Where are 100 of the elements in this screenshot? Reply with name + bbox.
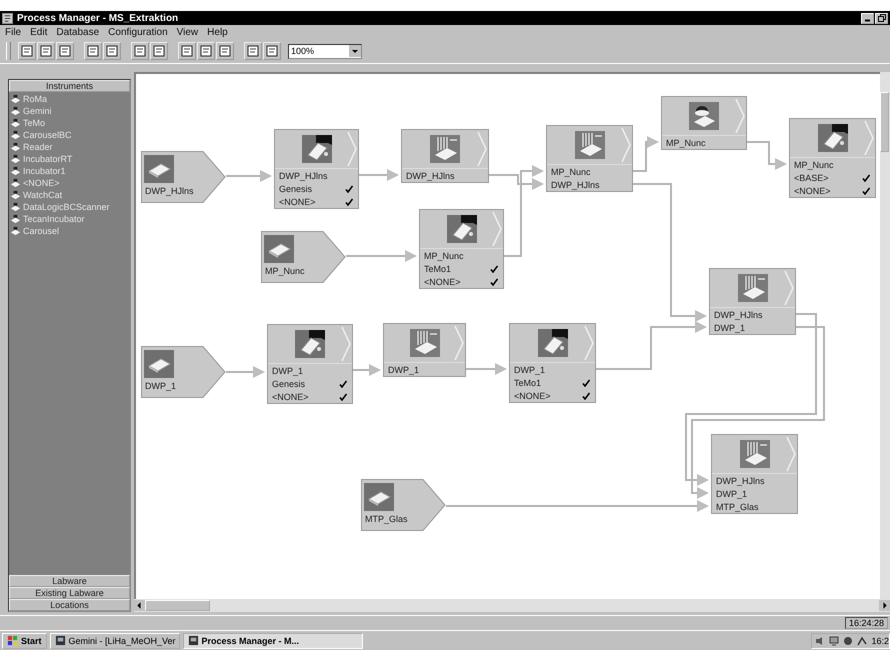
device-icon [10, 130, 21, 140]
node-label: DWP_1 [388, 364, 420, 374]
device-icon [10, 118, 21, 128]
zoom-value: 100% [290, 46, 314, 56]
device-icon [10, 202, 21, 212]
gripper-icon [446, 215, 476, 243]
instrument-name: Reader [23, 142, 53, 152]
node-label: <BASE> [794, 172, 829, 182]
toolbar-button[interactable] [18, 42, 36, 60]
step-node[interactable]: DWP_HJlns [401, 129, 489, 183]
device-icon [10, 226, 21, 236]
toolbar-button[interactable] [37, 42, 55, 60]
instrument-name: WatchCat [23, 190, 62, 200]
step-node[interactable]: MP_Nunc TeMo1 <NONE> [419, 209, 504, 289]
sidebar-header[interactable]: Instruments [9, 80, 130, 92]
toolbar-button[interactable] [263, 42, 281, 60]
node-label: MTP_Glas [716, 502, 759, 512]
restore-button[interactable] [875, 12, 888, 24]
sidebar-tab[interactable]: Labware [9, 575, 130, 587]
node-label: <NONE> [424, 276, 461, 286]
toolbar-button[interactable] [178, 42, 196, 60]
vertical-scrollbar[interactable] [880, 72, 890, 599]
horizontal-scrollbar[interactable] [134, 599, 890, 612]
monitor-icon[interactable] [829, 636, 840, 646]
chevron-icon [584, 325, 594, 361]
instrument-name: Carousel [23, 226, 60, 236]
menu-item[interactable]: Database [56, 26, 100, 38]
sidebar-tab[interactable]: Locations [9, 599, 130, 611]
node-label: MP_Nunc [265, 266, 305, 276]
node-label: MP_Nunc [424, 250, 464, 260]
status-time: 16:24:28 [844, 617, 888, 629]
gripper-icon [818, 124, 848, 152]
instrument-name: IncubatorRT [23, 154, 72, 164]
source-node[interactable]: MP_Nunc [261, 231, 346, 283]
pipette-icon [430, 135, 460, 163]
toolbar-button[interactable] [103, 42, 121, 60]
node-label: MP_Nunc [794, 160, 834, 170]
step-node[interactable]: DWP_1 TeMo1 <NONE> [509, 323, 596, 403]
node-label: <NONE> [514, 390, 551, 400]
toolbar-button[interactable] [84, 42, 102, 60]
node-label: Genesis [279, 184, 312, 194]
toolbar-button[interactable] [150, 42, 168, 60]
start-button[interactable]: Start [2, 632, 47, 648]
sidebar-tab[interactable]: Existing Labware [9, 587, 130, 599]
network-icon[interactable] [843, 636, 854, 646]
node-label: TeMo1 [514, 378, 542, 388]
step-node[interactable]: MP_Nunc [661, 96, 747, 150]
menu-item[interactable]: Help [207, 26, 228, 38]
node-label: DWP_1 [716, 488, 748, 498]
pipette-icon [410, 329, 440, 357]
toolbar-button[interactable] [56, 42, 74, 60]
chevron-icon [786, 436, 796, 472]
connector-arrow [747, 141, 787, 170]
node-label: <NONE> [794, 186, 831, 196]
zoom-dropdown[interactable]: 100% [288, 44, 362, 58]
source-node[interactable]: DWP_1 [141, 346, 226, 398]
source-node[interactable]: MTP_Glas [361, 479, 446, 531]
step-node[interactable]: DWP_1 [383, 323, 466, 377]
menu-item[interactable]: File [5, 26, 22, 38]
step-node[interactable]: DWP_HJlns DWP_1 [709, 268, 796, 335]
connector-arrow [346, 250, 417, 262]
menu-item[interactable]: Configuration [108, 26, 168, 38]
toolbar-button[interactable] [197, 42, 215, 60]
chevron-icon [864, 120, 874, 156]
device-icon [10, 106, 21, 116]
instrument-name: CarouselBC [23, 130, 72, 140]
instrument-name: TecanIncubator [23, 214, 85, 224]
connector-arrow [466, 363, 507, 375]
instrument-name: RoMa [23, 94, 48, 104]
step-node[interactable]: MP_Nunc <BASE> <NONE> [789, 118, 876, 198]
source-node[interactable]: DWP_HJlns [141, 151, 226, 203]
node-label: <NONE> [279, 196, 316, 206]
toolbar-button[interactable] [244, 42, 262, 60]
step-node[interactable]: DWP_1 Genesis <NONE> [267, 324, 353, 404]
taskbar-button[interactable]: Process Manager - M... [182, 632, 363, 648]
minimize-button[interactable] [861, 12, 874, 24]
chevron-icon [735, 98, 745, 134]
toolbar-button[interactable] [216, 42, 234, 60]
taskbar-button[interactable]: Gemini - [LiHa_MeOH_Ver [50, 632, 180, 648]
node-label: DWP_HJlns [716, 476, 765, 486]
step-node[interactable]: MP_Nunc DWP_HJlns [546, 125, 633, 192]
node-label: DWP_HJlns [406, 170, 455, 180]
step-node[interactable]: DWP_HJlns Genesis <NONE> [274, 129, 359, 209]
app-icon [188, 635, 199, 646]
step-node[interactable]: DWP_HJlns DWP_1 MTP_Glas [711, 434, 798, 514]
menu-item[interactable]: View [176, 26, 198, 38]
connector-arrow [226, 170, 272, 182]
restore-icon [878, 14, 886, 22]
device-icon [10, 94, 21, 104]
chevron-icon [492, 211, 502, 247]
node-label: MTP_Glas [365, 514, 408, 524]
menu-item[interactable]: Edit [30, 26, 48, 38]
instrument-name: <NONE> [23, 178, 60, 188]
node-label: TeMo1 [424, 264, 452, 274]
pulse-icon[interactable] [857, 636, 868, 646]
toolbar-button[interactable] [131, 42, 149, 60]
scroll-thumb[interactable] [145, 600, 210, 611]
plate-icon [264, 235, 294, 263]
chevron-icon [454, 325, 464, 361]
window-title: Process Manager - MS_Extraktion [17, 12, 178, 24]
